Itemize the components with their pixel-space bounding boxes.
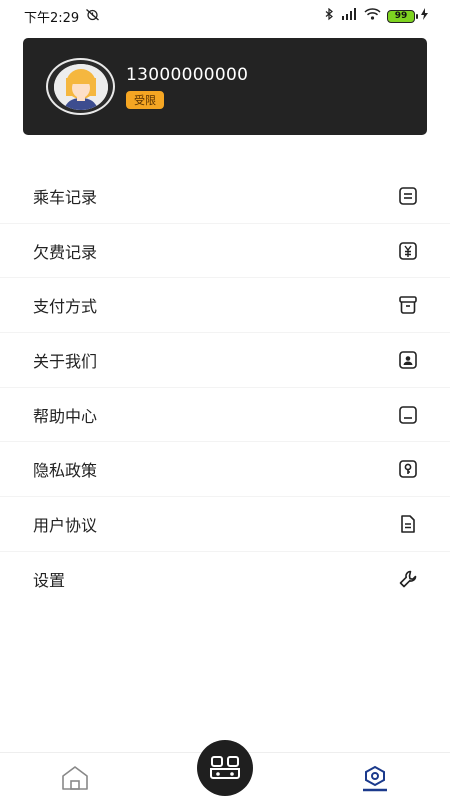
- user-avatar-icon: [53, 63, 108, 110]
- bluetooth-icon: [325, 7, 334, 25]
- avatar[interactable]: [46, 58, 115, 115]
- home-icon: [62, 766, 88, 790]
- status-badge: 受限: [126, 90, 164, 109]
- bus-scan-icon: [210, 756, 240, 779]
- user-phone: 13000000000: [126, 64, 249, 85]
- agreement-document-icon: [398, 514, 418, 534]
- charging-icon: [421, 8, 428, 24]
- profile-card[interactable]: 13000000000 受限: [23, 38, 427, 135]
- menu-item-user-agreement[interactable]: 用户协议: [0, 497, 450, 552]
- menu-item-label: 隐私政策: [33, 461, 98, 481]
- menu-item-about-us[interactable]: 关于我们: [0, 333, 450, 388]
- menu-item-label: 关于我们: [33, 351, 98, 371]
- menu-item-ride-records[interactable]: 乘车记录: [0, 169, 450, 224]
- bottom-nav: [0, 740, 450, 800]
- menu-item-arrears-records[interactable]: 欠费记录: [0, 224, 450, 279]
- wifi-icon: [364, 8, 381, 24]
- profile-active-icon: [363, 765, 387, 792]
- status-bar: 下午2:29 99: [0, 0, 450, 32]
- tab-home[interactable]: [60, 765, 90, 791]
- contact-card-icon: [398, 350, 418, 370]
- document-icon: [398, 186, 418, 206]
- tab-mine[interactable]: [360, 765, 390, 793]
- menu-item-label: 乘车记录: [33, 187, 98, 207]
- yuan-receipt-icon: [398, 241, 418, 261]
- lock-key-icon: [398, 459, 418, 479]
- menu-item-privacy-policy[interactable]: 隐私政策: [0, 442, 450, 498]
- tab-ride[interactable]: [197, 740, 253, 796]
- battery-indicator: 99: [387, 9, 418, 23]
- menu-item-help-center[interactable]: 帮助中心: [0, 388, 450, 443]
- help-panel-icon: [398, 405, 418, 425]
- wrench-icon: [398, 569, 418, 589]
- menu-item-payment-methods[interactable]: 支付方式: [0, 278, 450, 334]
- menu-item-label: 设置: [33, 571, 66, 591]
- menu-item-settings[interactable]: 设置: [0, 552, 450, 607]
- payment-box-icon: [398, 295, 418, 315]
- profile-menu: 乘车记录 欠费记录 支付方式 关于我们 帮助中心 隐私政策 用户协议 设置: [0, 169, 450, 607]
- status-time: 下午2:29: [24, 10, 80, 26]
- menu-item-label: 帮助中心: [33, 406, 98, 426]
- menu-item-label: 用户协议: [33, 515, 98, 535]
- alarm-off-icon: [85, 8, 100, 25]
- signal-icon: [340, 8, 358, 24]
- menu-item-label: 欠费记录: [33, 242, 98, 262]
- menu-item-label: 支付方式: [33, 297, 98, 317]
